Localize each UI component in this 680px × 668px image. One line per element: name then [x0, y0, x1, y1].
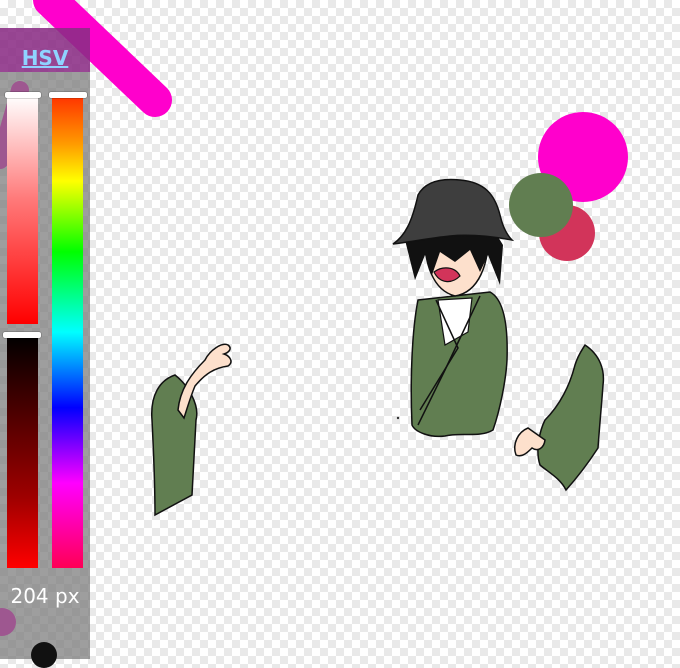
drawing-right-arm [514, 343, 605, 492]
saturation-slider[interactable] [7, 96, 38, 324]
swatch-circle-green [509, 173, 573, 237]
hsv-mode-label[interactable]: HSV [0, 46, 90, 70]
saturation-slider-handle[interactable] [5, 92, 41, 98]
color-picker-panel: HSV 204 px [0, 28, 90, 668]
drawing-canvas[interactable] [0, 0, 680, 659]
brush-size-label: 204 px [10, 584, 80, 608]
brush-size-indicator-icon[interactable] [31, 642, 57, 668]
value-slider-handle[interactable] [3, 332, 41, 338]
hsv-tab[interactable]: HSV [0, 28, 90, 72]
drawing-character [392, 178, 515, 438]
drawing-left-arm [151, 343, 232, 517]
hue-slider-handle[interactable] [49, 92, 87, 98]
value-slider[interactable] [7, 336, 38, 568]
stray-dot [396, 416, 400, 420]
hue-slider[interactable] [52, 96, 83, 568]
